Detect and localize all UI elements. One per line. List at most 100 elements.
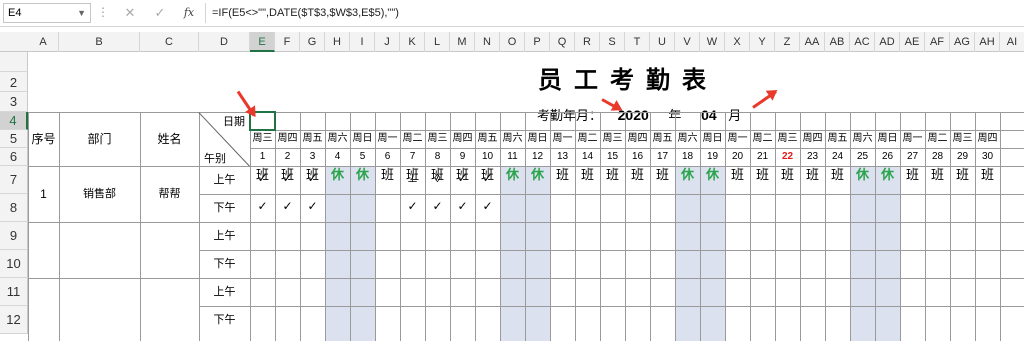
attendance-mark[interactable]: ✓ — [400, 194, 425, 218]
weekday-cell: 周六 — [852, 133, 873, 144]
confirm-icon[interactable]: ✓ — [153, 5, 167, 21]
day-type-cell: 休 — [330, 167, 344, 182]
weekday-cell: 周日 — [702, 133, 723, 144]
cancel-icon[interactable]: ✕ — [123, 5, 137, 21]
attendance-mark[interactable]: ✓ — [300, 166, 325, 190]
row-header-4[interactable]: 4 — [0, 112, 28, 130]
period-cell: 下午 — [213, 202, 236, 214]
column-header-g[interactable]: G — [300, 32, 325, 52]
weekday-cell: 周日 — [527, 133, 548, 144]
column-header-w[interactable]: W — [700, 32, 725, 52]
row-header-2[interactable]: 2 — [0, 72, 28, 92]
column-header-b[interactable]: B — [59, 32, 140, 52]
column-header-aa[interactable]: AA — [800, 32, 825, 52]
column-header-e[interactable]: E — [250, 32, 275, 52]
attendance-mark[interactable]: ⊥ — [400, 166, 425, 190]
column-header-t[interactable]: T — [625, 32, 650, 52]
spreadsheet-window: E4 ▼ ⋮ ✕ ✓ fx =IF(E5<>"",DATE($T$3,$W$3,E… — [0, 0, 1024, 341]
row-header-7[interactable]: 7 — [0, 166, 28, 194]
attendance-mark[interactable]: ✓ — [275, 166, 300, 190]
weekday-cell: 周五 — [652, 133, 673, 144]
attendance-mark[interactable]: ✓ — [475, 166, 500, 190]
attendance-mark[interactable]: ✓ — [450, 166, 475, 190]
column-header-o[interactable]: O — [500, 32, 525, 52]
column-header-c[interactable]: C — [140, 32, 199, 52]
row-header-9[interactable]: 9 — [0, 222, 28, 250]
column-header-af[interactable]: AF — [925, 32, 950, 52]
insert-function-icon[interactable]: fx — [182, 5, 196, 21]
column-header-ah[interactable]: AH — [975, 32, 1000, 52]
column-header-i[interactable]: I — [350, 32, 375, 52]
grid-line-h — [199, 306, 1024, 307]
column-header-f[interactable]: F — [275, 32, 300, 52]
column-header-ae[interactable]: AE — [900, 32, 925, 52]
column-header-z[interactable]: Z — [775, 32, 800, 52]
weekday-cell: 周四 — [802, 133, 823, 144]
column-header-x[interactable]: X — [725, 32, 750, 52]
column-header-j[interactable]: J — [375, 32, 400, 52]
sheet-grid[interactable]: 员工考勤表 考勤年月： 2020 年 04 月 日期午别序号部门姓名周三周四周五… — [28, 52, 1024, 341]
day-number-cell: 3 — [309, 151, 316, 162]
weekday-cell: 周六 — [677, 133, 698, 144]
row-header-1[interactable]: 1 — [0, 52, 28, 97]
row-header-8[interactable]: 8 — [0, 194, 28, 222]
column-header-v[interactable]: V — [675, 32, 700, 52]
column-header-r[interactable]: R — [575, 32, 600, 52]
row-header-12[interactable]: 12 — [0, 306, 28, 334]
column-header-p[interactable]: P — [525, 32, 550, 52]
column-header-s[interactable]: S — [600, 32, 625, 52]
sheet-title: 员工考勤表 — [538, 66, 718, 94]
column-header-ac[interactable]: AC — [850, 32, 875, 52]
row-header-11[interactable]: 11 — [0, 278, 28, 306]
attendance-mark[interactable]: ✓ — [250, 194, 275, 218]
row-header-5[interactable]: 5 — [0, 130, 28, 148]
header-date-label: 日期 — [223, 116, 245, 128]
name-box[interactable]: E4 ▼ — [3, 3, 91, 23]
day-type-cell: 休 — [880, 167, 894, 182]
attendance-mark[interactable]: ◊ — [425, 166, 450, 190]
day-number-cell: 13 — [556, 151, 569, 162]
day-number-cell: 20 — [731, 151, 744, 162]
formula-bar: E4 ▼ ⋮ ✕ ✓ fx =IF(E5<>"",DATE($T$3,$W$3,E… — [0, 0, 1024, 27]
column-header-l[interactable]: L — [425, 32, 450, 52]
attendance-mark[interactable]: ✓ — [450, 194, 475, 218]
day-number-cell: 4 — [334, 151, 341, 162]
row-header-3[interactable]: 3 — [0, 92, 28, 112]
column-header-y[interactable]: Y — [750, 32, 775, 52]
attendance-mark[interactable]: ✓ — [275, 194, 300, 218]
formula-input[interactable]: =IF(E5<>"",DATE($T$3,$W$3,E$5),"") — [205, 3, 1023, 23]
column-header-d[interactable]: D — [199, 32, 250, 52]
grid-line-h — [28, 222, 1024, 223]
chevron-down-icon[interactable]: ▼ — [77, 4, 86, 22]
employee-dept: 销售部 — [83, 188, 116, 200]
name-header: 姓名 — [157, 132, 182, 146]
column-header-ag[interactable]: AG — [950, 32, 975, 52]
column-header-m[interactable]: M — [450, 32, 475, 52]
attendance-mark[interactable]: ✓ — [250, 166, 275, 190]
arrow-icon — [752, 90, 777, 109]
weekday-cell: 周日 — [352, 133, 373, 144]
column-header-ad[interactable]: AD — [875, 32, 900, 52]
weekday-cell: 周六 — [502, 133, 523, 144]
column-header-h[interactable]: H — [325, 32, 350, 52]
weekday-cell: 周五 — [827, 133, 848, 144]
column-header-k[interactable]: K — [400, 32, 425, 52]
column-header-u[interactable]: U — [650, 32, 675, 52]
column-header-ai[interactable]: AI — [1000, 32, 1024, 52]
weekday-cell: 周四 — [277, 133, 298, 144]
day-number-cell: 28 — [931, 151, 944, 162]
day-number-cell: 2 — [284, 151, 291, 162]
weekday-cell: 周日 — [877, 133, 898, 144]
weekday-cell: 周二 — [577, 133, 598, 144]
column-header-a[interactable]: A — [28, 32, 59, 52]
column-header-n[interactable]: N — [475, 32, 500, 52]
row-header-10[interactable]: 10 — [0, 250, 28, 278]
attendance-mark[interactable]: ✓ — [300, 194, 325, 218]
column-header-q[interactable]: Q — [550, 32, 575, 52]
column-header-ab[interactable]: AB — [825, 32, 850, 52]
row-header-6[interactable]: 6 — [0, 148, 28, 166]
attendance-mark[interactable]: ✓ — [475, 194, 500, 218]
day-number-cell: 19 — [706, 151, 719, 162]
day-number-cell: 8 — [434, 151, 441, 162]
attendance-mark[interactable]: ✓ — [425, 194, 450, 218]
